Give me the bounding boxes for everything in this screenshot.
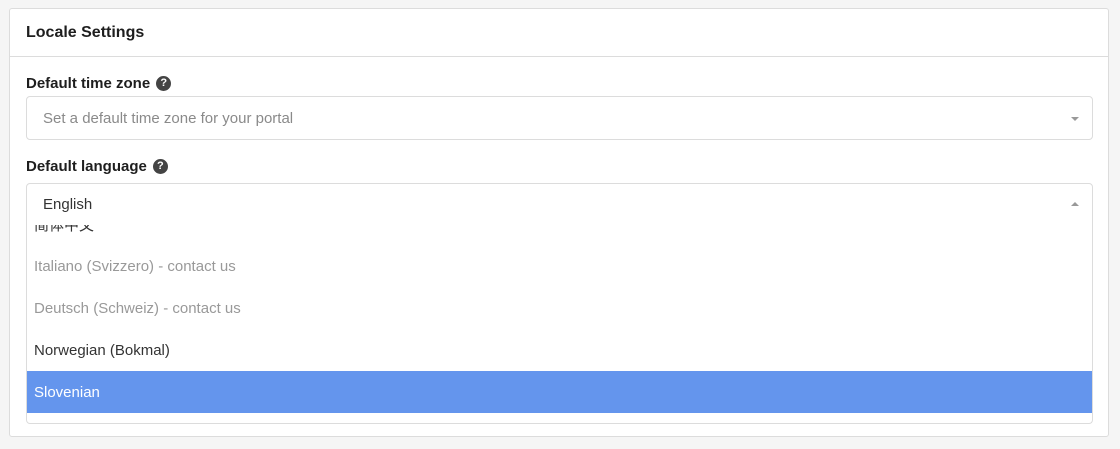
- language-option[interactable]: Slovenian: [27, 371, 1092, 413]
- timezone-label-text: Default time zone: [26, 75, 151, 92]
- panel-title: Locale Settings: [10, 9, 1108, 57]
- language-label: Default language ?: [26, 158, 168, 175]
- locale-settings-panel: Locale Settings Default time zone ? Set …: [9, 8, 1109, 437]
- language-option: Deutsch (Schweiz) - contact us: [34, 299, 241, 317]
- language-dropdown-menu[interactable]: 简体中文 Italiano (Svizzero) - contact us Deut…: [26, 225, 1093, 424]
- question-circle-icon[interactable]: ?: [156, 76, 172, 91]
- chevron-down-icon: [1071, 117, 1079, 121]
- question-circle-icon[interactable]: ?: [152, 159, 168, 174]
- timezone-label: Default time zone ?: [26, 75, 172, 92]
- language-label-text: Default language: [26, 158, 147, 175]
- timezone-placeholder: Set a default time zone for your portal: [43, 109, 294, 127]
- language-select[interactable]: English: [26, 183, 1093, 226]
- chevron-up-icon: [1071, 201, 1079, 206]
- language-option: Italiano (Svizzero) - contact us: [34, 257, 236, 275]
- language-selected-value: English: [43, 196, 93, 213]
- language-option[interactable]: Norwegian (Bokmal): [27, 329, 1092, 371]
- language-option[interactable]: 简体中文: [27, 225, 1092, 245]
- timezone-select[interactable]: Set a default time zone for your portal: [26, 96, 1093, 140]
